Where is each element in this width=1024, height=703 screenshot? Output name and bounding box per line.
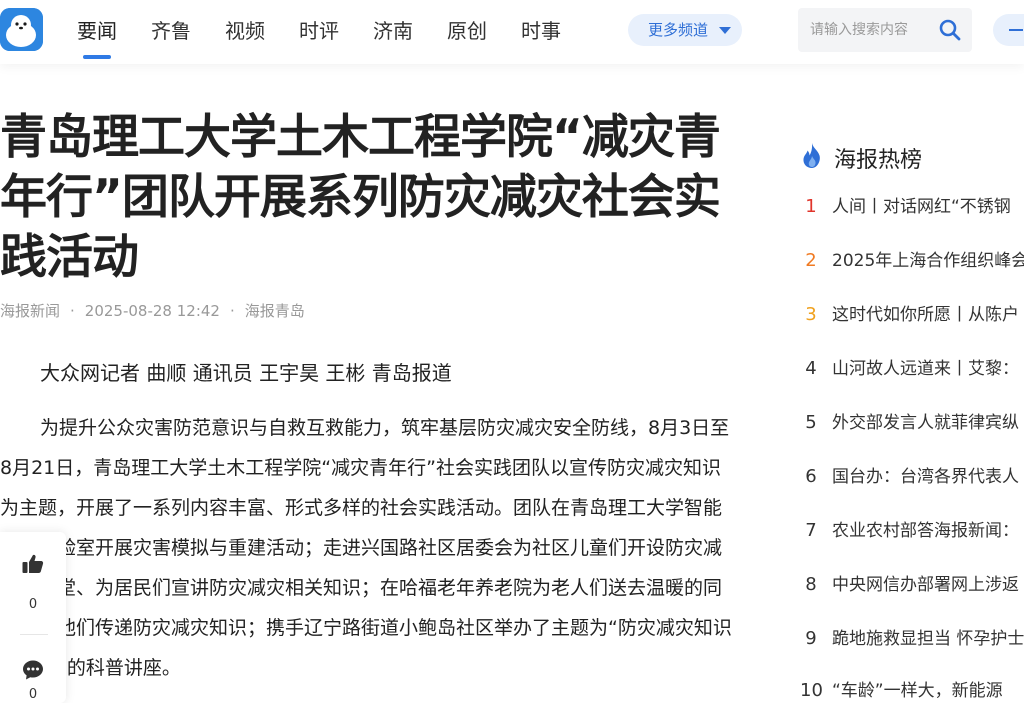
active-tab-indicator xyxy=(83,55,111,59)
article-paragraph: 为提升公众灾害防范意识与自救互救能力，筑牢基层防灾减灾安全防线，8月3日至8月2… xyxy=(0,417,732,679)
rank-number: 2 xyxy=(805,250,817,271)
search-box xyxy=(798,8,972,52)
search-input[interactable] xyxy=(798,8,930,52)
article-datetime: 2025-08-28 12:42 xyxy=(84,302,220,320)
action-divider xyxy=(20,634,48,635)
comment-count: 0 xyxy=(28,687,38,702)
hot-list-item-title: 国台办：台湾各界代表人 xyxy=(832,467,1019,487)
hot-list-item[interactable]: 1 人间丨对话网红“不锈钢 xyxy=(800,192,1024,222)
rank-number: 3 xyxy=(805,304,817,325)
like-count: 0 xyxy=(28,597,38,612)
hot-list-item[interactable]: 7 农业农村部答海报新闻： xyxy=(800,516,1024,546)
hot-list-item-title: 农业农村部答海报新闻： xyxy=(832,521,1019,541)
rank-number: 6 xyxy=(805,466,817,487)
hot-list-item[interactable]: 10 “车龄”一样大，新能源 xyxy=(800,676,1024,703)
article-channel[interactable]: 海报青岛 xyxy=(245,302,305,320)
hot-list-item-title: 山河故人远道来丨艾黎： xyxy=(832,359,1019,379)
hot-list-item[interactable]: 5 外交部发言人就菲律宾纵 xyxy=(800,408,1024,438)
comment-icon[interactable] xyxy=(21,658,45,682)
minus-icon xyxy=(1009,29,1023,31)
flame-icon xyxy=(803,143,820,168)
nav-tab-video[interactable]: 视频 xyxy=(225,18,265,44)
thumbs-up-icon[interactable] xyxy=(21,552,45,576)
separator-dot: · xyxy=(70,302,75,320)
top-header: 要闻 齐鲁 视频 时评 济南 原创 时事 更多频道 xyxy=(0,0,1024,64)
floating-action-bar: 0 0 xyxy=(0,532,66,703)
nav-tab-qilu[interactable]: 齐鲁 xyxy=(151,18,191,44)
rank-number: 5 xyxy=(805,412,817,433)
more-channels-button[interactable]: 更多频道 xyxy=(628,14,742,46)
hot-list-item[interactable]: 2 2025年上海合作组织峰会 xyxy=(800,246,1024,276)
nav-tab-jinan[interactable]: 济南 xyxy=(373,18,413,44)
hot-list-item-title: 人间丨对话网红“不锈钢 xyxy=(832,197,1011,217)
caret-down-icon xyxy=(719,27,731,34)
hot-list-item[interactable]: 6 国台办：台湾各界代表人 xyxy=(800,462,1024,492)
article-meta: 海报新闻 · 2025-08-28 12:42 · 海报青岛 xyxy=(0,300,305,321)
rank-number: 7 xyxy=(805,520,817,541)
hot-list-item-title: 这时代如你所愿丨从陈户 xyxy=(832,305,1019,325)
article-byline: 大众网记者 曲顺 通讯员 王宇昊 王彬 青岛报道 xyxy=(40,361,452,385)
nav-tab-commentary[interactable]: 时评 xyxy=(299,18,339,44)
hot-list-item-title: “车龄”一样大，新能源 xyxy=(832,681,1003,701)
rank-number: 10 xyxy=(800,680,823,701)
hot-list-item-title: 2025年上海合作组织峰会 xyxy=(832,251,1024,271)
separator-dot: · xyxy=(229,302,235,320)
article-source: 海报新闻 xyxy=(0,302,61,320)
hot-list-title: 海报热榜 xyxy=(834,148,923,173)
nav-tab-current-affairs[interactable]: 时事 xyxy=(521,18,561,44)
rank-number: 4 xyxy=(805,358,817,379)
hot-list-item-title: 外交部发言人就菲律宾纵 xyxy=(832,413,1019,433)
hot-list-item[interactable]: 8 中央网信办部署网上涉返 xyxy=(800,570,1024,600)
rank-number: 1 xyxy=(805,196,817,217)
more-channels-label: 更多频道 xyxy=(648,21,709,39)
nav-tab-news[interactable]: 要闻 xyxy=(77,18,117,44)
rank-number: 8 xyxy=(805,574,817,595)
site-logo[interactable] xyxy=(0,8,43,51)
nav-tab-original[interactable]: 原创 xyxy=(447,18,487,44)
hot-list: 1 人间丨对话网红“不锈钢 2 2025年上海合作组织峰会 3 这时代如你所愿丨… xyxy=(800,188,1024,703)
article-title: 青岛理工大学土木工程学院“减灾青年行”团队开展系列防灾减灾社会实践活动 xyxy=(0,110,721,285)
seal-logo-icon xyxy=(0,8,43,51)
rank-number: 9 xyxy=(805,628,817,649)
hot-list-item-title: 跪地施救显担当 怀孕护士 xyxy=(832,629,1024,649)
user-menu-button[interactable] xyxy=(993,14,1024,46)
hot-list-item-title: 中央网信办部署网上涉返 xyxy=(832,575,1019,595)
hot-list-item[interactable]: 9 跪地施救显担当 怀孕护士 xyxy=(800,624,1024,654)
search-icon[interactable] xyxy=(938,18,962,42)
hot-list-item[interactable]: 4 山河故人远道来丨艾黎： xyxy=(800,354,1024,384)
hot-list-item[interactable]: 3 这时代如你所愿丨从陈户 xyxy=(800,300,1024,330)
